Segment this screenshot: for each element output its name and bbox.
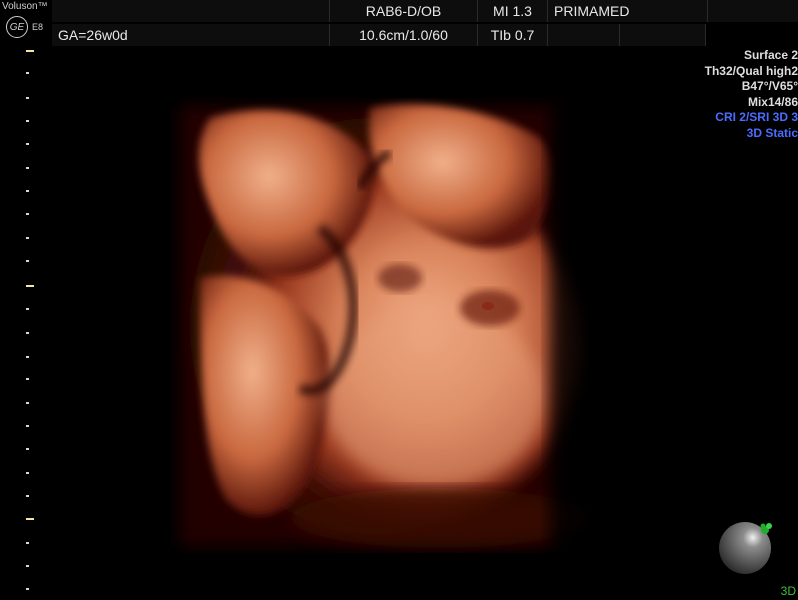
header-empty-cell-2 — [620, 24, 706, 46]
mode-indicator: 3D — [780, 584, 796, 598]
depth-tick — [26, 120, 29, 122]
depth-tick — [26, 472, 29, 474]
depth-tick — [26, 97, 29, 99]
param-angles: B47°/V65° — [741, 79, 798, 93]
depth-tick — [26, 50, 34, 52]
render-image — [170, 98, 640, 553]
header-empty-cell-1 — [548, 24, 620, 46]
ge-logo-icon: GE — [6, 16, 28, 38]
depth-tick — [26, 425, 29, 427]
depth-tick — [26, 260, 29, 262]
depth-tick — [26, 518, 34, 520]
param-mode: 3D Static — [746, 125, 798, 140]
depth-tick — [26, 542, 29, 544]
depth-tick — [26, 588, 29, 590]
depth-tick — [26, 495, 29, 497]
depth-tick — [26, 402, 29, 404]
mi-readout: MI 1.3 — [478, 0, 548, 22]
param-mix: Mix14/86 — [747, 94, 798, 109]
brand-name: Voluson™ — [2, 1, 48, 12]
depth-tick — [26, 565, 29, 567]
depth-tick — [26, 167, 29, 169]
probe-label: RAB6-D/OB — [330, 0, 478, 22]
depth-tick — [26, 448, 29, 450]
depth-tick — [26, 285, 34, 287]
depth-tick — [26, 332, 29, 334]
header-filler-lower — [706, 24, 798, 46]
depth-settings: 10.6cm/1.0/60 — [330, 24, 478, 46]
parameter-panel: Surface 2 Th32/Qual high2 B47°/V65° Mix1… — [678, 48, 798, 141]
header-filler — [708, 0, 798, 22]
header-row-bottom: GA=26w0d 10.6cm/1.0/60 TIb 0.7 — [0, 24, 798, 46]
depth-tick — [26, 213, 29, 215]
tib-readout: TIb 0.7 — [478, 24, 548, 46]
gestational-age: GA=26w0d — [52, 24, 330, 46]
depth-tick — [26, 308, 29, 310]
depth-scale — [0, 40, 40, 600]
depth-tick — [26, 72, 29, 74]
header-row-top: RAB6-D/OB MI 1.3 PRIMAMED — [0, 0, 798, 22]
param-threshold-quality: Th32/Qual high2 — [704, 63, 798, 78]
depth-tick — [26, 190, 29, 192]
depth-tick — [26, 356, 29, 358]
depth-tick — [26, 237, 29, 239]
param-cri-sri: CRI 2/SRI 3D 3 — [715, 110, 798, 124]
depth-tick — [26, 378, 29, 380]
institution-name: PRIMAMED — [548, 0, 708, 22]
model-label: E8 — [32, 22, 44, 32]
depth-tick — [26, 143, 29, 145]
ultrasound-3d-render[interactable] — [170, 98, 640, 553]
param-surface: Surface 2 — [743, 48, 798, 62]
orientation-ball-icon[interactable] — [718, 520, 774, 576]
header-blank-cell — [52, 0, 330, 22]
